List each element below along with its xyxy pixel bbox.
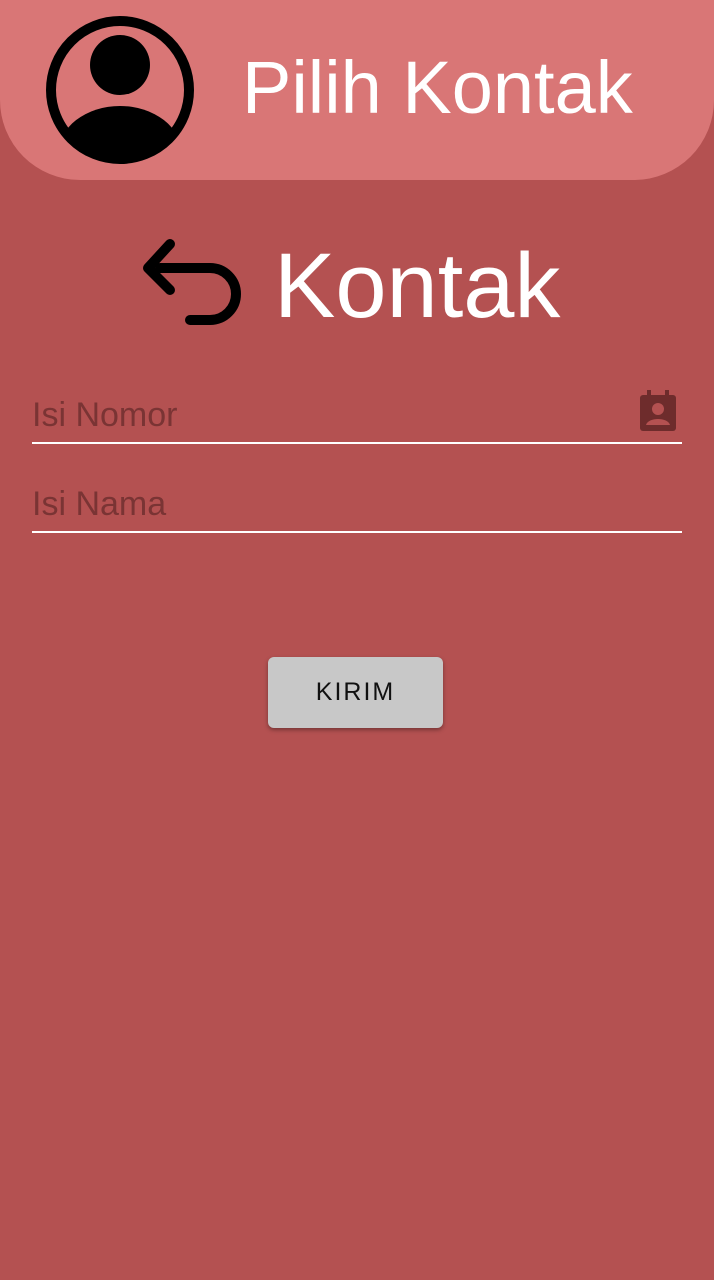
- number-field: [32, 390, 682, 444]
- number-input[interactable]: [32, 390, 622, 440]
- contact-book-icon[interactable]: [638, 390, 678, 432]
- send-button[interactable]: KIRIM: [268, 657, 443, 728]
- header-title: Pilih Kontak: [242, 46, 633, 129]
- title-row: Kontak: [140, 232, 600, 337]
- app-header: Pilih Kontak: [0, 0, 714, 180]
- account-circle-icon[interactable]: [44, 14, 196, 166]
- name-field: [32, 479, 682, 533]
- undo-arrow-icon[interactable]: [140, 236, 244, 332]
- name-input[interactable]: [32, 479, 622, 529]
- page-title: Kontak: [274, 235, 561, 337]
